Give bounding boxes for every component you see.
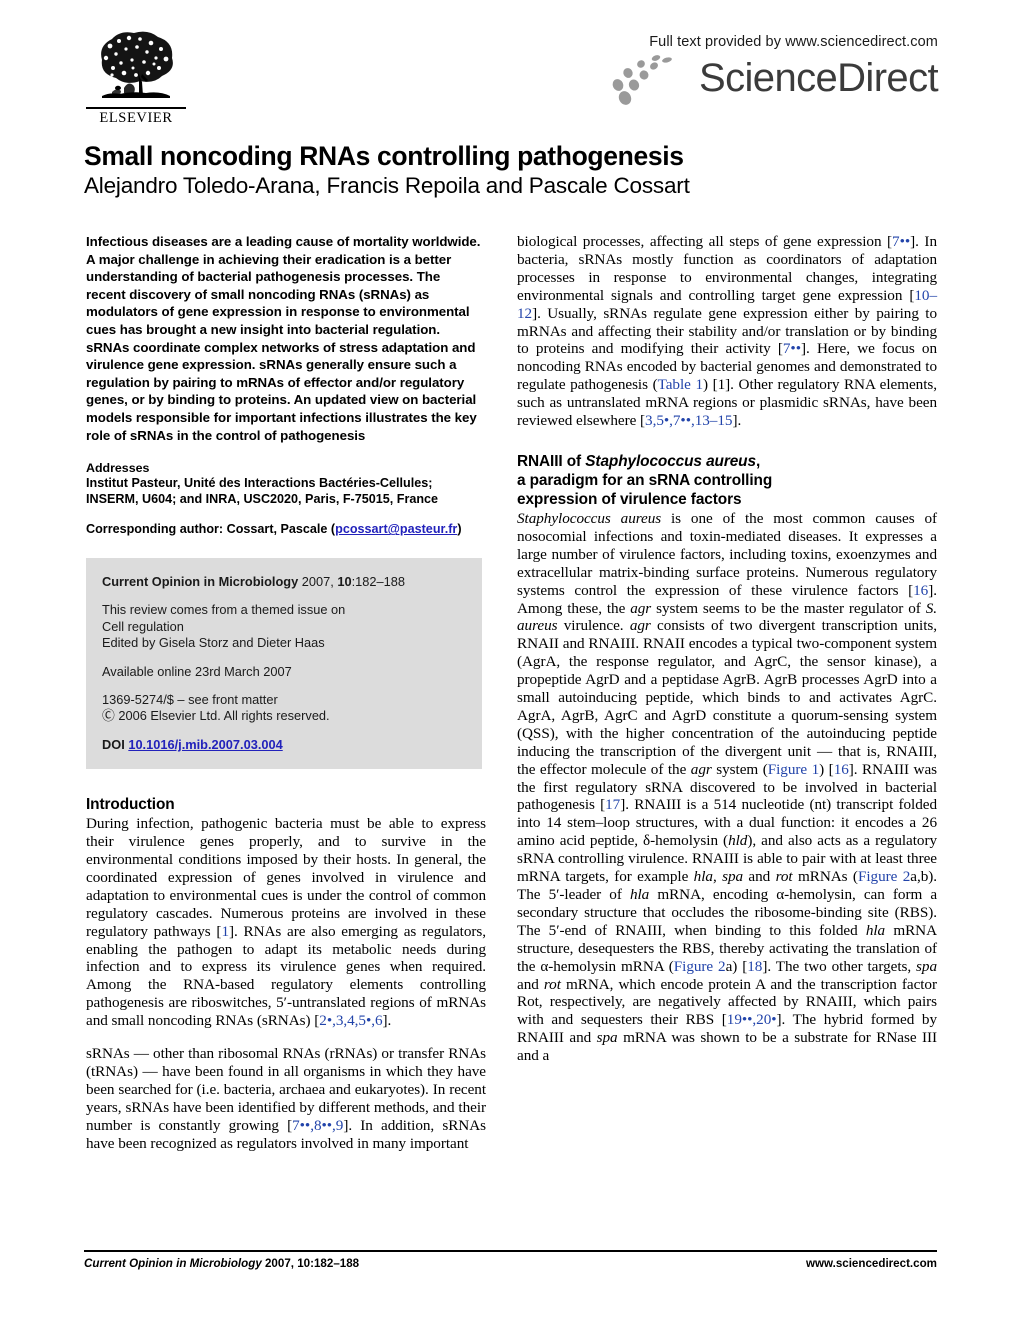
article-page: ELSEVIER Full text provided by www.scien… [0,0,1020,1323]
citation-ref[interactable]: 7••,8••,9 [292,1117,343,1134]
intro-paragraph-3: biological processes, affecting all step… [517,233,937,430]
sciencedirect-logo: ScienceDirect [508,54,939,106]
footer-journal-name: Current Opinion in Microbiology [84,1257,262,1270]
corresponding-author-label: Corresponding author: Cossart, Pascale ( [86,522,336,537]
citation-ref[interactable]: 18 [747,958,762,975]
addresses-heading: Addresses [86,461,150,476]
journal-info-box: Current Opinion in Microbiology 2007, 10… [86,557,482,770]
footer-url: www.sciencedirect.com [805,1257,937,1270]
citation-ref[interactable]: 1 [221,923,229,940]
doi-label: DOI [102,736,125,752]
citation-ref[interactable]: 7•• [783,340,801,357]
figure-link[interactable]: Figure 2 [858,868,910,885]
rnaiii-heading-line3: expression of virulence factors [517,490,742,508]
footer-rule [84,1250,937,1253]
themed-issue-line-2: Cell regulation [102,618,184,634]
section-heading-rnaiii: RNAIII of Staphylococcus aureus, a parad… [517,452,937,509]
doi-link[interactable]: 10.1016/j.mib.2007.03.004 [128,737,282,752]
sciencedirect-tagline: Full text provided by www.sciencedirect.… [649,34,938,50]
page-footer: Current Opinion in Microbiology 2007, 10… [84,1257,937,1270]
rnaiii-heading-line2: a paradigm for an sRNA controlling [517,471,773,489]
citation-ref[interactable]: 17 [605,796,620,813]
citation-ref[interactable]: 16 [913,582,928,599]
journal-pages: :182–188 [351,573,405,589]
elsevier-logo-rule [86,107,186,109]
figure-link[interactable]: Figure 2 [674,958,726,975]
rnaiii-paragraph-1: Staphylococcus aureus is one of the most… [517,509,938,1065]
corresponding-author: Corresponding author: Cossart, Pascale (… [86,522,486,538]
sciencedirect-wordmark: ScienceDirect [699,56,939,100]
table-link[interactable]: Table 1 [658,376,703,393]
intro-paragraph-2: sRNAs — other than ribosomal RNAs (rRNAs… [86,1045,486,1152]
footer-citation: Current Opinion in Microbiology 2007, 10… [84,1257,359,1270]
citation-ref[interactable]: 7•• [892,233,910,250]
copyright: Ⓒ 2006 Elsevier Ltd. All rights reserved… [102,708,330,724]
right-column: biological processes, affecting all step… [517,233,937,1065]
figure-link[interactable]: Figure 1 [768,761,819,778]
section-heading-introduction: Introduction [86,796,175,814]
article-title: Small noncoding RNAs controlling pathoge… [84,141,684,171]
themed-issue-line-1: This review comes from a themed issue on [102,602,346,618]
addresses-text: Institut Pasteur, Unité des Interactions… [86,476,439,506]
elsevier-logo: ELSEVIER [84,28,188,132]
rnaiii-heading-pre: RNAIII of [517,452,586,470]
citation-ref[interactable]: 16 [834,761,849,778]
footer-journal-rest: 2007, 10:182–188 [261,1257,360,1270]
doi-line: DOI 10.1016/j.mib.2007.03.004 [102,737,482,753]
sciencedirect-swoosh-icon [612,55,672,105]
citation-ref[interactable]: 2•,3,4,5•,6 [319,1012,382,1029]
sciencedirect-block: Full text provided by www.sciencedirect.… [508,34,939,106]
front-matter: 1369-5274/$ – see front matter [102,691,278,707]
rnaiii-heading-species: Staphylococcus aureus [585,452,756,470]
elsevier-wordmark: ELSEVIER [99,110,173,126]
citation-ref[interactable]: 3,5•,7••,13–15 [645,412,732,429]
left-column: Infectious diseases are a leading cause … [86,233,486,1152]
abstract: Infectious diseases are a leading cause … [86,234,481,443]
masthead: ELSEVIER Full text provided by www.scien… [84,28,939,136]
corresponding-author-close: ) [457,522,462,537]
elsevier-tree-icon [101,31,173,98]
available-online: Available online 23rd March 2007 [102,663,292,679]
journal-year: 2007, [298,573,338,589]
journal-volume: 10 [337,573,352,589]
journal-citation-line: Current Opinion in Microbiology 2007, 10… [102,574,482,590]
intro-paragraph-1: During infection, pathogenic bacteria mu… [86,815,487,1030]
citation-ref[interactable]: 10–12 [517,287,937,322]
article-authors: Alejandro Toledo-Arana, Francis Repoila … [84,173,690,198]
citation-ref[interactable]: 19••,20• [727,1011,777,1028]
corresponding-author-email-link[interactable]: pcossart@pasteur.fr [335,522,457,536]
journal-name: Current Opinion in Microbiology [102,573,299,589]
rnaiii-heading-post: , [755,452,761,470]
themed-issue-editors: Edited by Gisela Storz and Dieter Haas [102,635,325,651]
